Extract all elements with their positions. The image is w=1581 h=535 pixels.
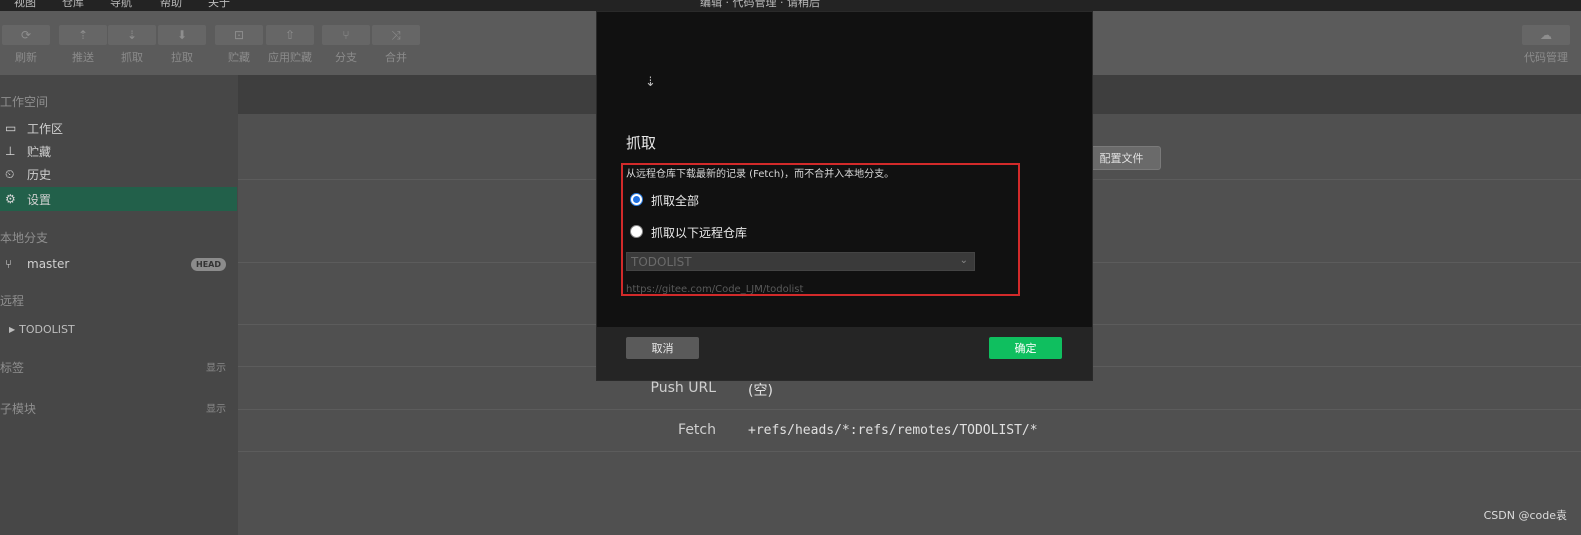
sidebar-item-settings[interactable]: ⚙ 设置	[0, 187, 237, 211]
local-branches-header: 本地分支	[0, 231, 49, 245]
remote-url: https://gitee.com/Code_LJM/todolist	[626, 284, 804, 295]
sidebar-item-label: 工作区	[27, 121, 64, 136]
sidebar: 工作空间 ▭ 工作区 ⊥ 贮藏 ⏲ 历史 ⚙ 设置 本地分支 ⑂ master …	[0, 75, 237, 535]
fetch-all-label[interactable]: 抓取全部	[651, 192, 699, 209]
sidebar-item-label: 历史	[27, 167, 52, 182]
code-management-button[interactable]: ☁ 代码管理	[1516, 25, 1576, 65]
submodules-header: 子模块	[0, 402, 37, 416]
remote-select[interactable]: TODOLIST ⌄	[626, 252, 975, 271]
merge-button[interactable]: ⤨ 合并	[370, 25, 422, 65]
sidebar-item-workspace[interactable]: ▭ 工作区	[0, 116, 237, 140]
pull-label: 拉取	[171, 51, 193, 64]
dialog-description: 从远程仓库下载最新的记录 (Fetch)，而不合并入本地分支。	[626, 169, 895, 180]
push-button[interactable]: ⇡ 推送	[57, 25, 109, 65]
push-label: 推送	[72, 51, 94, 64]
fetch-remote-radio[interactable]	[630, 225, 643, 238]
refresh-button[interactable]: ⟳ 刷新	[0, 25, 52, 65]
fetch-icon: ⇣	[645, 75, 656, 90]
sidebar-item-stash[interactable]: ⊥ 贮藏	[0, 139, 237, 163]
refresh-label: 刷新	[15, 51, 37, 64]
remote-header: 远程	[0, 294, 25, 308]
remote-select-value: TODOLIST	[631, 254, 692, 269]
menu-help[interactable]: 帮助	[160, 0, 182, 10]
merge-icon: ⤨	[391, 27, 401, 42]
cloud-icon: ☁	[1540, 28, 1552, 42]
remote-name: TODOLIST	[19, 322, 75, 336]
dialog-title: 抓取	[626, 134, 657, 152]
dialog-footer: 取消 确定	[597, 327, 1092, 380]
tags-header: 标签	[0, 361, 25, 375]
pull-icon: ⬇	[176, 28, 188, 42]
menu-nav[interactable]: 导航	[110, 0, 132, 10]
apply-stash-icon: ⇧	[284, 28, 296, 42]
menu-about[interactable]: 关于	[208, 0, 230, 10]
confirm-button[interactable]: 确定	[989, 337, 1062, 359]
stash-icon: ⊡	[233, 28, 245, 42]
head-badge: HEAD	[191, 257, 226, 271]
divider	[238, 409, 1581, 410]
push-icon: ⇡	[77, 28, 89, 42]
fetch-all-radio[interactable]	[630, 193, 643, 206]
fetch-dialog: ⇣ 抓取 从远程仓库下载最新的记录 (Fetch)，而不合并入本地分支。 抓取全…	[596, 11, 1093, 381]
apply-stash-button[interactable]: ⇧ 应用贮藏	[264, 25, 316, 65]
branch-icon: ⑂	[342, 28, 350, 42]
sidebar-item-label: 设置	[27, 192, 52, 207]
fetch-remote-label[interactable]: 抓取以下远程仓库	[651, 224, 747, 241]
apply-stash-label: 应用贮藏	[268, 51, 312, 64]
branch-button[interactable]: ⑂ 分支	[320, 25, 372, 65]
push-url-value: (空)	[748, 383, 773, 399]
folder-icon: ▭	[5, 121, 17, 135]
divider	[238, 451, 1581, 452]
workspace-header: 工作空间	[0, 95, 49, 109]
fetch-label: 抓取	[121, 51, 143, 64]
push-url-label: Push URL	[650, 380, 716, 396]
tags-show-toggle[interactable]: 显示	[206, 359, 226, 374]
stash-label: 贮藏	[228, 51, 250, 64]
branch-icon: ⑂	[5, 257, 13, 271]
sidebar-item-history[interactable]: ⏲ 历史	[0, 162, 237, 186]
branch-label: 分支	[335, 51, 357, 64]
stash-button[interactable]: ⊡ 贮藏	[213, 25, 265, 65]
refresh-icon: ⟳	[20, 28, 32, 42]
stash-icon: ⊥	[5, 144, 16, 158]
branch-name: master	[27, 257, 70, 271]
menu-repo[interactable]: 仓库	[62, 0, 84, 10]
branch-item-master[interactable]: ⑂ master HEAD	[0, 252, 237, 276]
gear-icon: ⚙	[5, 192, 16, 206]
menu-view[interactable]: 视图	[14, 0, 36, 10]
fetch-refspec-value: +refs/heads/*:refs/remotes/TODOLIST/*	[748, 423, 1038, 438]
remote-item-todolist[interactable]: ▶ TODOLIST	[0, 317, 237, 341]
code-management-label: 代码管理	[1524, 51, 1568, 64]
fetch-icon: ⇣	[126, 28, 138, 42]
window-title: 编辑 · 代码管理 · 请稍后	[700, 0, 820, 9]
chevron-down-icon: ⌄	[959, 255, 968, 266]
fetch-button[interactable]: ⇣ 抓取	[106, 25, 158, 65]
watermark: CSDN @code袁	[1483, 509, 1567, 522]
history-icon: ⏲	[5, 166, 15, 181]
menu-bar: 视图 仓库 导航 帮助 关于 编辑 · 代码管理 · 请稍后	[0, 0, 1581, 11]
pull-button[interactable]: ⬇ 拉取	[156, 25, 208, 65]
fetch-refspec-label: Fetch	[678, 422, 716, 438]
caret-right-icon: ▶	[9, 324, 16, 334]
sidebar-item-label: 贮藏	[27, 144, 52, 159]
submodules-show-toggle[interactable]: 显示	[206, 400, 226, 415]
merge-label: 合并	[385, 51, 407, 64]
cancel-button[interactable]: 取消	[626, 337, 699, 359]
config-file-button[interactable]: 配置文件	[1082, 146, 1161, 170]
